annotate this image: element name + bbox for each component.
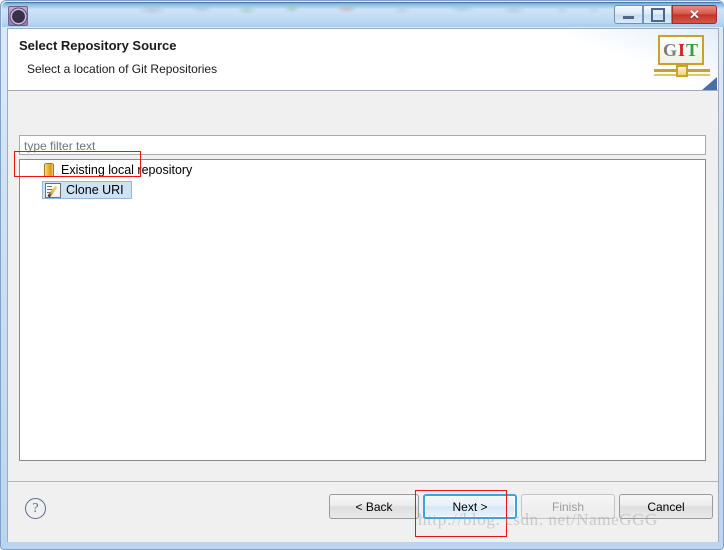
repository-source-tree[interactable]: Existing local repository Clone URI: [19, 159, 706, 461]
git-logo-letter-g: G: [662, 39, 678, 60]
screen: ✕ Select Repository Source Select a loca…: [0, 0, 724, 550]
page-description: Select a location of Git Repositories: [27, 62, 218, 76]
close-button[interactable]: ✕: [672, 5, 717, 24]
wizard-header: Select Repository Source Select a locati…: [8, 29, 718, 91]
maximize-button[interactable]: [643, 5, 672, 24]
dialog-window: ✕ Select Repository Source Select a loca…: [0, 0, 724, 550]
clone-uri-icon: [45, 182, 61, 198]
minimize-button[interactable]: [614, 5, 643, 24]
tree-item-selection-chip[interactable]: Clone URI: [42, 181, 132, 199]
tree-item-existing-local-repository[interactable]: Existing local repository: [20, 160, 705, 180]
page-title: Select Repository Source: [19, 38, 177, 53]
next-button[interactable]: Next >: [423, 494, 517, 519]
cancel-button[interactable]: Cancel: [619, 494, 713, 519]
eclipse-gear-icon: [8, 6, 28, 26]
help-button[interactable]: ?: [25, 498, 46, 519]
dialog-footer: ? < Back Next > Finish Cancel: [8, 481, 718, 542]
repository-icon: [44, 163, 54, 177]
dialog-body: Select Repository Source Select a locati…: [7, 28, 719, 542]
git-logo-plate: GIT: [658, 35, 704, 65]
title-bar: ✕: [2, 2, 724, 27]
tree-item-label: Existing local repository: [61, 163, 193, 177]
header-corner-triangle-icon: [702, 77, 717, 90]
back-button[interactable]: < Back: [329, 494, 419, 519]
git-logo-knob: [676, 65, 688, 77]
filter-input[interactable]: [19, 135, 706, 155]
tree-item-label: Clone URI: [66, 183, 124, 197]
git-logo-letter-i: I: [677, 39, 686, 60]
minimize-icon: [623, 16, 634, 19]
gear-glyph: [11, 9, 25, 23]
finish-button: Finish: [521, 494, 615, 519]
maximize-icon: [650, 7, 665, 22]
wizard-content: Existing local repository Clone URI: [8, 91, 718, 481]
close-icon: ✕: [689, 7, 700, 22]
tree-item-clone-uri[interactable]: Clone URI: [20, 180, 705, 200]
git-logo-letter-t: T: [686, 39, 700, 60]
